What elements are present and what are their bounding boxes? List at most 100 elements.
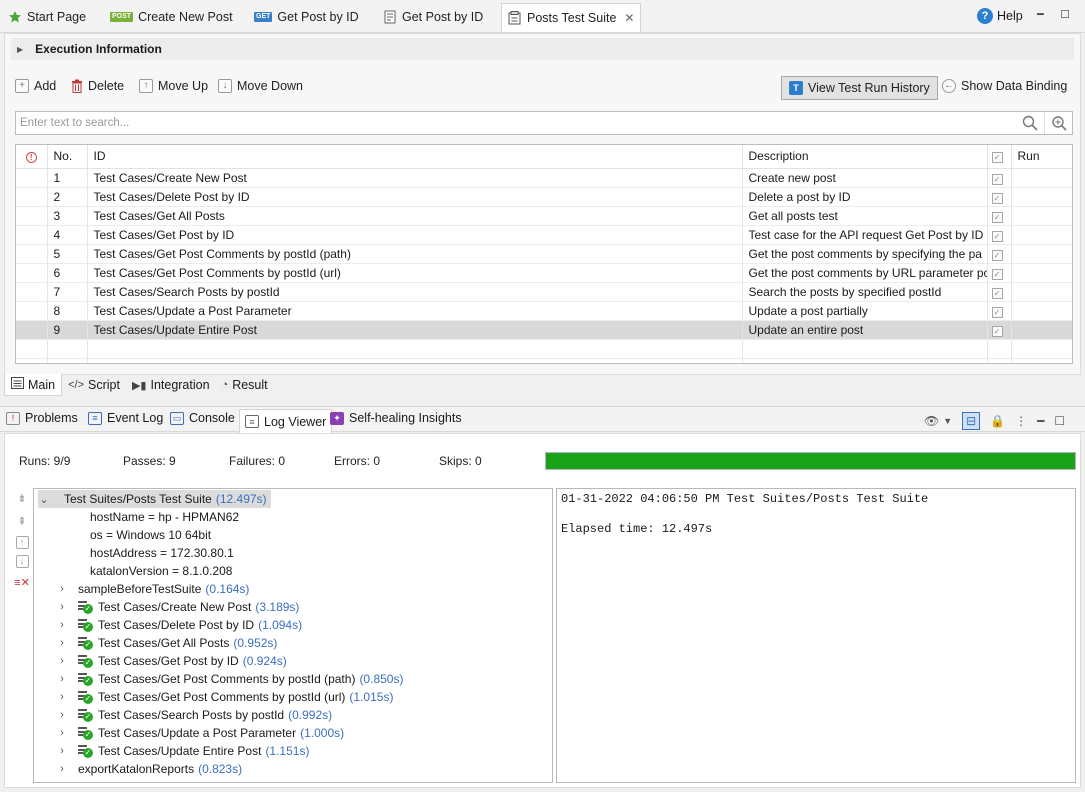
checkbox-icon: ✓: [991, 173, 1003, 185]
chevron-right-icon[interactable]: ›: [56, 727, 68, 739]
subtab-result[interactable]: ◔ Result: [216, 374, 274, 396]
table-row[interactable]: 3 Test Cases/Get All Posts Get all posts t…: [16, 206, 1072, 226]
tree-node-test-case[interactable]: › ✓ Test Cases/Delete Post by ID (1.094s): [56, 616, 302, 634]
help-button[interactable]: ? Help: [977, 8, 1023, 24]
minimize-icon[interactable]: ━: [1037, 8, 1044, 21]
previous-icon[interactable]: ↑: [15, 536, 29, 549]
run-checkbox[interactable]: ✓: [987, 187, 1012, 207]
tab-self-healing-insights[interactable]: ✦ Self-healing Insights: [330, 411, 462, 425]
tree-node-test-case[interactable]: › ✓ Test Cases/Search Posts by postId (0.99…: [56, 706, 332, 724]
chevron-right-icon[interactable]: ›: [56, 691, 68, 703]
star-icon: [8, 10, 22, 24]
more-options-icon[interactable]: ⋮: [1015, 414, 1027, 428]
id-column-header[interactable]: ID: [87, 145, 743, 169]
subtab-integration[interactable]: ▶▮ Integration: [126, 374, 216, 396]
tree-node-test-case[interactable]: › ✓ Test Cases/Get Post Comments by postId…: [56, 670, 403, 688]
show-failures-icon[interactable]: ≡✕: [14, 574, 30, 591]
chevron-right-icon[interactable]: ›: [56, 745, 68, 757]
run-checkbox[interactable]: ✓: [987, 263, 1012, 283]
run-checkbox[interactable]: ✓: [987, 282, 1012, 302]
chevron-right-icon[interactable]: ›: [56, 583, 68, 595]
chevron-right-icon[interactable]: ›: [56, 637, 68, 649]
tree-node-label: hostName = hp - HPMAN62: [90, 510, 240, 524]
advanced-search-icon[interactable]: [1044, 112, 1072, 134]
tree-property[interactable]: hostAddress = 172.30.80.1: [90, 544, 234, 562]
delete-button[interactable]: Delete: [71, 79, 124, 93]
table-row[interactable]: 1 Test Cases/Create New Post Create new po…: [16, 168, 1072, 188]
collapse-all-icon[interactable]: ⇟: [17, 490, 26, 507]
tree-property[interactable]: hostName = hp - HPMAN62: [90, 508, 239, 526]
id-cell: Test Cases/Get All Posts: [87, 206, 743, 226]
maximize-icon[interactable]: ☐: [1060, 8, 1070, 21]
view-test-run-history-button[interactable]: T View Test Run History: [781, 76, 938, 100]
table-row[interactable]: 7 Test Cases/Search Posts by postId Search…: [16, 282, 1072, 302]
chevron-right-icon[interactable]: ›: [56, 673, 68, 685]
run-checkbox[interactable]: ✓: [987, 301, 1012, 321]
tab-problems[interactable]: ! Problems: [6, 411, 78, 425]
search-icon[interactable]: [1016, 112, 1044, 134]
no-column-header[interactable]: No.: [47, 145, 88, 169]
table-row[interactable]: 5 Test Cases/Get Post Comments by postId …: [16, 244, 1072, 264]
expand-all-icon[interactable]: ⇞: [17, 513, 26, 530]
select-all-checkbox[interactable]: ✓: [987, 145, 1012, 169]
tree-view-icon[interactable]: ⊟: [962, 412, 981, 430]
tree-node-test-case[interactable]: › ✓ Test Cases/Get Post by ID (0.924s): [56, 652, 287, 670]
tree-node-test-case[interactable]: › ✓ Test Cases/Update a Post Parameter (1.0…: [56, 724, 344, 742]
run-checkbox[interactable]: ✓: [987, 225, 1012, 245]
next-icon[interactable]: ↓: [15, 555, 29, 568]
test-case-passed-icon: ✓: [78, 690, 94, 704]
show-data-binding-button[interactable]: ← Show Data Binding: [942, 79, 1067, 93]
expand-icon[interactable]: ▶: [17, 45, 23, 54]
table-row[interactable]: 8 Test Cases/Update a Post Parameter Updat…: [16, 301, 1072, 321]
chevron-down-icon[interactable]: ⌄: [38, 493, 50, 506]
tree-node-test-case[interactable]: › ✓ Test Cases/Get All Posts (0.952s): [56, 634, 277, 652]
chevron-right-icon[interactable]: ›: [56, 655, 68, 667]
move-down-button[interactable]: ↓ Move Down: [218, 79, 303, 93]
tab-get-post-by-id-test-case[interactable]: Get Post by ID: [384, 4, 483, 30]
execution-information-section[interactable]: ▶ Execution Information: [11, 38, 1074, 60]
eye-icon[interactable]: 👁: [924, 414, 939, 428]
search-input[interactable]: [16, 117, 1016, 129]
chevron-right-icon[interactable]: ›: [56, 601, 68, 613]
dropdown-icon[interactable]: ▼: [943, 416, 952, 426]
minimize-panel-icon[interactable]: ━: [1037, 414, 1044, 428]
run-checkbox[interactable]: ✓: [987, 244, 1012, 264]
run-checkbox[interactable]: ✓: [987, 206, 1012, 226]
tab-log-viewer[interactable]: ≡ Log Viewer: [239, 409, 333, 433]
no-cell: 1: [47, 168, 88, 188]
tab-get-post-by-id-request[interactable]: GET Get Post by ID: [254, 4, 359, 30]
tree-node-test-case[interactable]: › ✓ Test Cases/Create New Post (3.189s): [56, 598, 299, 616]
status-column-header[interactable]: !: [16, 145, 48, 169]
chevron-right-icon[interactable]: ›: [56, 709, 68, 721]
chevron-right-icon[interactable]: ›: [56, 763, 68, 775]
tree-node-after-suite[interactable]: › exportKatalonReports (0.823s): [56, 760, 242, 778]
tab-event-log[interactable]: ≡ Event Log: [88, 411, 163, 425]
close-tab-icon[interactable]: ✕: [624, 11, 634, 25]
subtab-main[interactable]: Main: [4, 374, 63, 396]
table-row[interactable]: 2 Test Cases/Delete Post by ID Delete a po…: [16, 187, 1072, 207]
tree-property[interactable]: katalonVersion = 8.1.0.208: [90, 562, 232, 580]
test-case-passed-icon: ✓: [78, 708, 94, 722]
tab-console[interactable]: ▭ Console: [170, 411, 235, 425]
tree-root-test-suite[interactable]: ⌄ Test Suites/Posts Test Suite (12.497s): [38, 490, 271, 508]
run-checkbox[interactable]: ✓: [987, 320, 1012, 340]
run-checkbox[interactable]: ✓: [987, 168, 1012, 188]
add-button[interactable]: + Add: [15, 79, 56, 93]
tab-create-new-post[interactable]: POST Create New Post: [110, 4, 233, 30]
tree-node-test-case[interactable]: › ✓ Test Cases/Update Entire Post (1.151s): [56, 742, 309, 760]
move-up-button[interactable]: ↑ Move Up: [139, 79, 208, 93]
table-row[interactable]: 4 Test Cases/Get Post by ID Test case for …: [16, 225, 1072, 245]
tree-node-before-suite[interactable]: › sampleBeforeTestSuite (0.164s): [56, 580, 249, 598]
chevron-right-icon[interactable]: ›: [56, 619, 68, 631]
tree-node-test-case[interactable]: › ✓ Test Cases/Get Post Comments by postId…: [56, 688, 393, 706]
table-row[interactable]: 9 Test Cases/Update Entire Post Update an …: [16, 320, 1072, 340]
lock-icon[interactable]: 🔒: [990, 414, 1005, 428]
tab-start-page[interactable]: Start Page: [8, 4, 86, 30]
table-row[interactable]: 6 Test Cases/Get Post Comments by postId …: [16, 263, 1072, 283]
tab-posts-test-suite[interactable]: Posts Test Suite ✕: [501, 3, 642, 32]
subtab-script[interactable]: </> Script: [62, 374, 126, 396]
description-column-header[interactable]: Description: [742, 145, 988, 169]
maximize-panel-icon[interactable]: ☐: [1054, 414, 1065, 428]
tree-property[interactable]: os = Windows 10 64bit: [90, 526, 211, 544]
run-column-header[interactable]: Run: [1011, 145, 1072, 169]
